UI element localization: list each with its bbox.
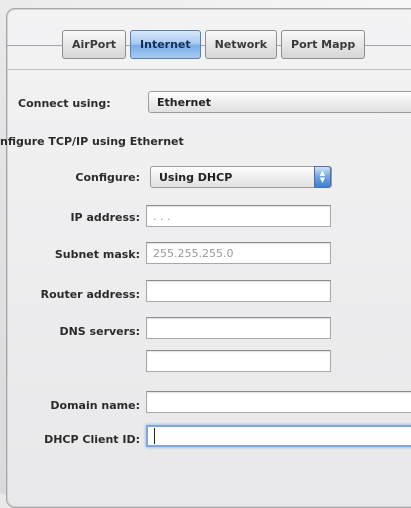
dhcp-client-id-label: DHCP Client ID: (44, 433, 140, 446)
connect-using-label: Connect using: (18, 97, 111, 110)
connect-using-value: Ethernet (157, 95, 212, 109)
tab-airport[interactable]: AirPort (62, 30, 127, 59)
ip-address-label: IP address: (70, 211, 140, 224)
tab-network[interactable]: Network (204, 30, 278, 59)
connect-using-popup[interactable]: Ethernet (148, 91, 411, 113)
dhcp-client-id-field[interactable] (146, 425, 411, 447)
ip-address-field[interactable]: . . . (146, 205, 331, 227)
configure-popup[interactable]: Using DHCP ▲ ▼ (150, 166, 332, 188)
domain-name-field[interactable] (146, 391, 411, 413)
configure-label: Configure: (75, 171, 140, 184)
subnet-mask-label: Subnet mask: (54, 248, 140, 261)
dns-server-field-2[interactable] (146, 350, 331, 372)
dns-server-field-1[interactable] (146, 317, 331, 339)
section-title: nfigure TCP/IP using Ethernet (0, 135, 184, 148)
dns-servers-label: DNS servers: (59, 325, 140, 338)
popup-arrows-icon: ▲ ▼ (314, 166, 331, 188)
domain-name-label: Domain name: (50, 399, 140, 412)
tab-internet[interactable]: Internet (130, 30, 201, 59)
router-address-field[interactable] (146, 280, 331, 302)
text-caret (154, 428, 155, 444)
tab-port-mapping[interactable]: Port Mapp (281, 30, 366, 59)
tab-bar: AirPort Internet Network Port Mapp (62, 30, 369, 59)
configure-value: Using DHCP (159, 170, 233, 184)
subnet-mask-field[interactable]: 255.255.255.0 (146, 242, 331, 264)
router-address-label: Router address: (40, 288, 140, 301)
